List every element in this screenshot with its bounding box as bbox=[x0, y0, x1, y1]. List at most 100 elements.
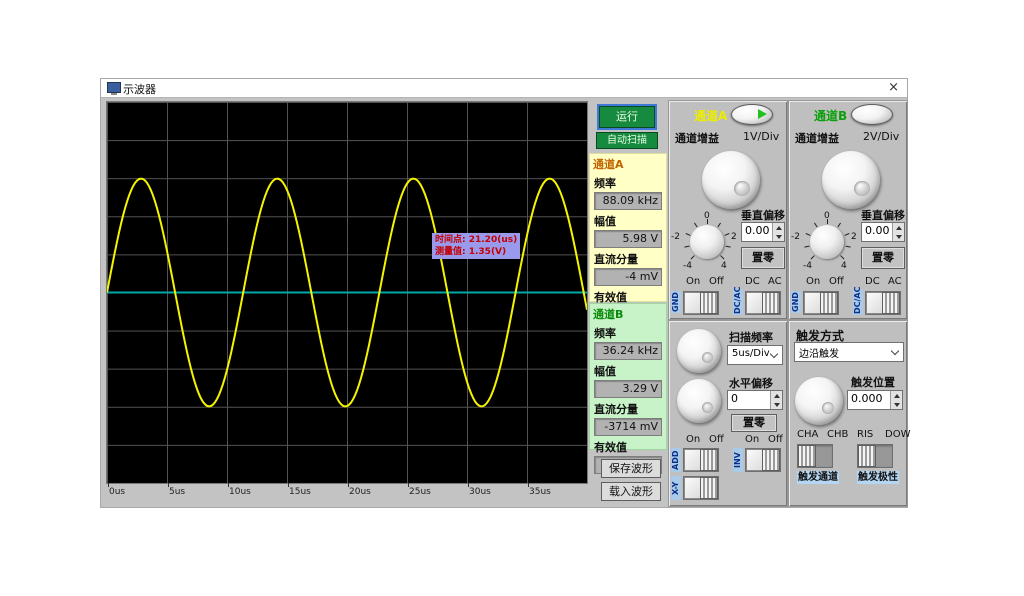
run-button[interactable]: 运行 bbox=[599, 106, 655, 128]
meas-label: 直流分量 bbox=[594, 251, 666, 267]
meas-value-amplitude: 3.29 V bbox=[594, 380, 662, 398]
dial-label: 4 bbox=[721, 261, 727, 271]
channel-a-toggle[interactable] bbox=[731, 104, 773, 125]
h-offset-zero-button[interactable]: 置零 bbox=[731, 414, 777, 432]
meas-value-amplitude: 5.98 V bbox=[594, 230, 662, 248]
spin-down-button[interactable] bbox=[893, 232, 904, 241]
tooltip-time: 时间点: 21.20(us) bbox=[435, 234, 517, 246]
desktop: 示波器 × 时间点: 21.20(us) 测量值: 1.35(V) 0us 5u… bbox=[0, 0, 1024, 596]
gain-label: 通道增益 bbox=[675, 130, 719, 146]
x-tick: 0us bbox=[109, 487, 125, 497]
meas-value-dc: -3714 mV bbox=[594, 418, 662, 436]
x-tick: 30us bbox=[469, 487, 491, 497]
spin-down-button[interactable] bbox=[891, 400, 902, 409]
chevron-down-icon bbox=[891, 347, 899, 355]
spin-down-button[interactable] bbox=[773, 232, 784, 241]
close-icon[interactable]: × bbox=[888, 80, 899, 96]
scope-display[interactable]: 时间点: 21.20(us) 测量值: 1.35(V) bbox=[106, 101, 588, 484]
spin-down-button[interactable] bbox=[771, 400, 782, 409]
v-offset-spinner[interactable]: 0.00 bbox=[861, 222, 905, 242]
load-waveform-button[interactable]: 载入波形 bbox=[601, 482, 661, 501]
save-waveform-button[interactable]: 保存波形 bbox=[601, 459, 661, 478]
scan-rate-dropdown[interactable]: 5us/Div bbox=[727, 345, 783, 365]
ac-label: AC bbox=[888, 276, 902, 287]
dial-label: -2 bbox=[791, 232, 800, 242]
dcac-side-label: DC/AC bbox=[853, 289, 863, 315]
dial-label: -4 bbox=[683, 261, 692, 271]
x-tick: 15us bbox=[289, 487, 311, 497]
spin-up-button[interactable] bbox=[773, 223, 784, 232]
meas-label: 有效值 bbox=[594, 439, 666, 455]
meas-label: 幅值 bbox=[594, 213, 666, 229]
tooltip-value: 测量值: 1.35(V) bbox=[435, 246, 517, 258]
v-offset-zero-button[interactable]: 置零 bbox=[741, 247, 785, 269]
trigger-mode-dropdown[interactable]: 边沿触发 bbox=[794, 342, 904, 362]
autoscan-button[interactable]: 自动扫描 bbox=[596, 132, 658, 149]
gain-knob[interactable] bbox=[702, 151, 760, 209]
channel-a-dcac-switch[interactable] bbox=[745, 291, 781, 315]
gain-knob[interactable] bbox=[822, 151, 880, 209]
channel-b-title: 通道B bbox=[814, 107, 847, 124]
timebase-panel: 扫描频率 5us/Div 水平偏移 0 置零 On Off ADD On Off… bbox=[668, 320, 788, 507]
add-switch[interactable] bbox=[683, 448, 719, 472]
on-label: On bbox=[686, 276, 700, 287]
x-tick: 20us bbox=[349, 487, 371, 497]
inv-side-label: INV bbox=[733, 448, 743, 472]
spin-up-button[interactable] bbox=[893, 223, 904, 232]
x-tick: 5us bbox=[169, 487, 185, 497]
v-offset-spinner[interactable]: 0.00 bbox=[741, 222, 785, 242]
oscilloscope-window: 示波器 × 时间点: 21.20(us) 测量值: 1.35(V) 0us 5u… bbox=[100, 78, 908, 508]
dow-label: DOW bbox=[885, 429, 910, 440]
title-bar[interactable]: 示波器 × bbox=[101, 79, 907, 98]
app-monitor-icon bbox=[107, 82, 121, 93]
channel-b-panel: 通道B 通道增益 2V/Div 0 -2 2 -4 4 垂直偏移 0.00 置零… bbox=[788, 100, 908, 320]
channel-a-onoff-switch[interactable] bbox=[683, 291, 719, 315]
spin-up-button[interactable] bbox=[891, 391, 902, 400]
meas-label: 直流分量 bbox=[594, 401, 666, 417]
scan-rate-knob[interactable] bbox=[677, 329, 721, 373]
gain-value: 2V/Div bbox=[863, 130, 899, 143]
dial-label: 0 bbox=[704, 211, 710, 221]
x-tick: 35us bbox=[529, 487, 551, 497]
channel-b-dcac-switch[interactable] bbox=[865, 291, 901, 315]
dial-label: 2 bbox=[851, 232, 857, 242]
cursor-tooltip: 时间点: 21.20(us) 测量值: 1.35(V) bbox=[432, 233, 520, 259]
dc-label: DC bbox=[745, 276, 760, 287]
spin-up-button[interactable] bbox=[771, 391, 782, 400]
fine-offset-dial[interactable] bbox=[810, 225, 844, 259]
fine-offset-dial[interactable] bbox=[690, 225, 724, 259]
trigger-pos-spinner[interactable]: 0.000 bbox=[847, 390, 903, 410]
meas-label: 幅值 bbox=[594, 363, 666, 379]
channel-b-onoff-switch[interactable] bbox=[803, 291, 839, 315]
dial-label: 2 bbox=[731, 232, 737, 242]
gain-label: 通道增益 bbox=[795, 130, 839, 146]
channel-a-panel: 通道A 通道增益 1V/Div 0 -2 2 -4 4 垂直偏移 0.00 置零… bbox=[668, 100, 788, 320]
off-label: Off bbox=[768, 434, 783, 445]
trigger-pos-label: 触发位置 bbox=[851, 374, 895, 390]
dial-label: 4 bbox=[841, 261, 847, 271]
trigger-polarity-switch[interactable] bbox=[857, 444, 893, 468]
channel-b-measurements: 通道B 频率 36.24 kHz 幅值 3.29 V 直流分量 -3714 mV… bbox=[589, 303, 667, 450]
channel-a-meas-title: 通道A bbox=[593, 156, 666, 172]
meas-value-dc: -4 mV bbox=[594, 268, 662, 286]
h-offset-knob[interactable] bbox=[677, 379, 721, 423]
window-content: 时间点: 21.20(us) 测量值: 1.35(V) 0us 5us 10us… bbox=[101, 98, 907, 507]
trigger-polarity-caption: 触发极性 bbox=[857, 471, 899, 484]
xy-switch[interactable] bbox=[683, 476, 719, 500]
trigger-level-knob[interactable] bbox=[795, 377, 843, 425]
v-offset-label: 垂直偏移 bbox=[861, 207, 905, 223]
on-label: On bbox=[745, 434, 759, 445]
inv-switch[interactable] bbox=[745, 448, 781, 472]
meas-label: 频率 bbox=[594, 325, 666, 341]
channel-a-measurements: 通道A 频率 88.09 kHz 幅值 5.98 V 直流分量 -4 mV 有效… bbox=[589, 153, 667, 302]
meas-label: 频率 bbox=[594, 175, 666, 191]
v-offset-zero-button[interactable]: 置零 bbox=[861, 247, 905, 269]
scan-rate-label: 扫描频率 bbox=[729, 329, 773, 345]
dcac-side-label: DC/AC bbox=[733, 289, 743, 315]
h-offset-spinner[interactable]: 0 bbox=[727, 390, 783, 410]
channel-b-toggle[interactable] bbox=[851, 104, 893, 125]
chb-label: CHB bbox=[827, 429, 848, 440]
trigger-channel-switch[interactable] bbox=[797, 444, 833, 468]
window-title: 示波器 bbox=[123, 81, 156, 97]
channel-b-meas-title: 通道B bbox=[593, 306, 666, 322]
